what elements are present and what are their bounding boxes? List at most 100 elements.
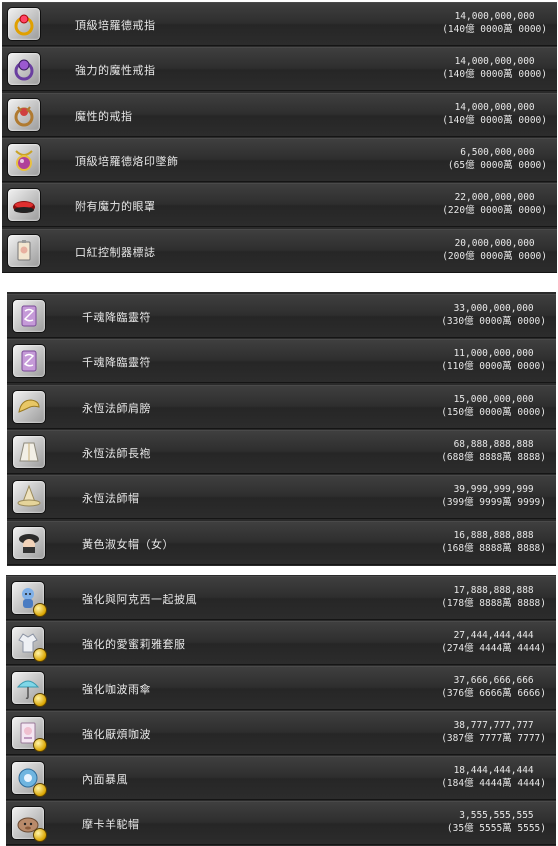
price-value: 3,555,555,555 bbox=[459, 810, 534, 821]
price-breakdown: (168億 8888萬 8888) bbox=[441, 542, 546, 554]
item-price: 38,777,777,777 (387億 7777萬 7777) bbox=[441, 719, 546, 745]
item-name: 強化厭煩咖波 bbox=[82, 728, 151, 741]
price-breakdown: (688億 8888萬 8888) bbox=[441, 451, 546, 463]
item-price: 16,888,888,888 (168億 8888萬 8888) bbox=[441, 529, 546, 555]
item-icon-slot bbox=[11, 671, 47, 707]
item-row[interactable]: 黃色淑女帽（女） 16,888,888,888 (168億 8888萬 8888) bbox=[7, 520, 556, 565]
price-value: 18,444,444,444 bbox=[453, 765, 534, 776]
item-price: 6,500,000,000 (65億 0000萬 0000) bbox=[448, 146, 547, 172]
price-value: 27,444,444,444 bbox=[453, 630, 534, 641]
price-value: 11,000,000,000 bbox=[453, 348, 534, 360]
item-name: 附有魔力的眼罩 bbox=[75, 200, 156, 214]
price-breakdown: (140億 0000萬 0000) bbox=[442, 24, 547, 35]
item-row[interactable]: 永恆法師肩膀 15,000,000,000 (150億 0000萬 0000) bbox=[7, 384, 556, 429]
item-row[interactable]: 永恆法師長袍 68,888,888,888 (688億 8888萬 8888) bbox=[7, 429, 556, 474]
item-icon-slot bbox=[7, 7, 41, 41]
item-list-panel-3: 強化與阿克西一起披風 17,888,888,888 (178億 8888萬 8888… bbox=[6, 575, 556, 846]
item-name: 頂級培羅德烙印墜飾 bbox=[75, 154, 179, 168]
item-row[interactable]: 強化咖波雨傘 37,666,666,666 (376億 6666萬 6666) bbox=[6, 666, 556, 710]
item-name: 強化的愛蜜莉雅套服 bbox=[82, 638, 186, 651]
price-value: 14,000,000,000 bbox=[454, 11, 535, 22]
item-row[interactable]: 千魂降臨靈符 33,000,000,000 (330億 0000萬 0000) bbox=[7, 294, 556, 338]
item-name: 千魂降臨靈符 bbox=[82, 311, 151, 324]
price-breakdown: (65億 0000萬 0000) bbox=[447, 159, 547, 171]
item-price: 37,666,666,666 (376億 6666萬 6666) bbox=[441, 674, 546, 700]
item-name: 內面暴風 bbox=[82, 773, 128, 786]
price-value: 39,999,999,999 bbox=[453, 484, 534, 496]
item-price: 14,000,000,000 (140億 0000萬 0000) bbox=[442, 55, 547, 81]
item-row[interactable]: 永恆法師帽 39,999,999,999 (399億 9999萬 9999) bbox=[7, 475, 556, 520]
price-breakdown: (35億 5555萬 5555) bbox=[446, 823, 546, 834]
item-price: 3,555,555,555 (35億 5555萬 5555) bbox=[447, 809, 546, 835]
coin-badge-icon bbox=[33, 648, 47, 662]
item-list-panel-1: 頂級培羅德戒指 14,000,000,000 (140億 0000萬 0000) 強力… bbox=[2, 2, 557, 273]
item-icon-slot bbox=[12, 389, 46, 424]
item-row[interactable]: 千魂降臨靈符 11,000,000,000 (110億 0000萬 0000) bbox=[7, 339, 556, 384]
coin-badge-icon bbox=[33, 693, 47, 707]
item-icon-slot bbox=[11, 761, 47, 797]
item-name: 強化咖波雨傘 bbox=[82, 683, 151, 696]
price-value: 22,000,000,000 bbox=[454, 192, 535, 204]
price-breakdown: (200億 0000萬 0000) bbox=[442, 250, 547, 262]
item-name: 摩卡羊駝帽 bbox=[82, 818, 140, 831]
item-icon-slot bbox=[7, 97, 41, 132]
gold-ring-icon bbox=[14, 14, 34, 36]
item-icon-slot bbox=[7, 188, 41, 223]
item-icon-slot bbox=[11, 626, 47, 662]
item-icon-slot bbox=[11, 581, 47, 617]
item-name: 永恆法師長袍 bbox=[82, 446, 151, 460]
gem-pendant-icon bbox=[15, 150, 33, 171]
price-breakdown: (110億 0000萬 0000) bbox=[441, 361, 546, 373]
item-price: 39,999,999,999 (399億 9999萬 9999) bbox=[441, 483, 546, 509]
item-row[interactable]: 摩卡羊駝帽 3,555,555,555 (35億 5555萬 5555) bbox=[6, 801, 556, 845]
price-breakdown: (376億 6666萬 6666) bbox=[441, 688, 546, 699]
item-name: 強力的魔性戒指 bbox=[75, 64, 156, 78]
item-price: 14,000,000,000 (140億 0000萬 0000) bbox=[442, 10, 547, 36]
price-breakdown: (184億 4444萬 4444) bbox=[441, 778, 546, 789]
item-icon-slot bbox=[11, 716, 47, 752]
item-icon-slot bbox=[11, 806, 47, 842]
item-icon-slot bbox=[12, 434, 46, 469]
price-breakdown: (330億 0000萬 0000) bbox=[441, 316, 546, 327]
price-breakdown: (178億 8888萬 8888) bbox=[441, 598, 546, 609]
item-row[interactable]: 內面暴風 18,444,444,444 (184億 4444萬 4444) bbox=[6, 756, 556, 800]
item-row[interactable]: 魔性的戒指 14,000,000,000 (140億 0000萬 0000) bbox=[2, 92, 557, 137]
talisman-icon bbox=[21, 305, 37, 327]
red-eyepatch-icon bbox=[13, 201, 35, 214]
item-price: 15,000,000,000 (150億 0000萬 0000) bbox=[441, 393, 546, 419]
item-row[interactable]: 強力的魔性戒指 14,000,000,000 (140億 0000萬 0000) bbox=[2, 47, 557, 92]
item-row[interactable]: 附有魔力的眼罩 22,000,000,000 (220億 0000萬 0000) bbox=[2, 183, 557, 228]
demon-ring-icon bbox=[14, 105, 34, 127]
price-breakdown: (140億 0000萬 0000) bbox=[442, 114, 547, 126]
item-row[interactable]: 口紅控制器標誌 20,000,000,000 (200億 0000萬 0000) bbox=[2, 228, 557, 273]
item-icon-slot bbox=[12, 525, 46, 560]
item-price: 11,000,000,000 (110億 0000萬 0000) bbox=[441, 347, 546, 373]
price-value: 6,500,000,000 bbox=[460, 146, 535, 158]
item-row[interactable]: 頂級培羅德戒指 14,000,000,000 (140億 0000萬 0000) bbox=[2, 2, 557, 46]
item-row[interactable]: 強化的愛蜜莉雅套服 27,444,444,444 (274億 4444萬 4444) bbox=[6, 621, 556, 665]
item-icon-slot bbox=[12, 299, 46, 333]
talisman-icon bbox=[21, 350, 37, 372]
price-breakdown: (140億 0000萬 0000) bbox=[442, 69, 547, 81]
coin-badge-icon bbox=[33, 603, 47, 617]
item-price: 68,888,888,888 (688億 8888萬 8888) bbox=[441, 438, 546, 464]
price-value: 16,888,888,888 bbox=[453, 529, 534, 541]
price-value: 33,000,000,000 bbox=[453, 303, 534, 314]
price-value: 20,000,000,000 bbox=[454, 237, 535, 249]
price-value: 15,000,000,000 bbox=[453, 393, 534, 405]
price-breakdown: (274億 4444萬 4444) bbox=[441, 643, 546, 654]
price-value: 14,000,000,000 bbox=[454, 101, 535, 113]
item-row[interactable]: 頂級培羅德烙印墜飾 6,500,000,000 (65億 0000萬 0000) bbox=[2, 137, 557, 182]
purple-ring-icon bbox=[14, 59, 34, 81]
price-value: 68,888,888,888 bbox=[453, 438, 534, 450]
price-value: 17,888,888,888 bbox=[453, 585, 534, 596]
witch-hat-icon bbox=[19, 533, 39, 553]
item-price: 33,000,000,000 (330億 0000萬 0000) bbox=[441, 302, 546, 328]
price-value: 38,777,777,777 bbox=[453, 720, 534, 731]
item-row[interactable]: 強化厭煩咖波 38,777,777,777 (387億 7777萬 7777) bbox=[6, 711, 556, 755]
item-price: 18,444,444,444 (184億 4444萬 4444) bbox=[441, 764, 546, 790]
coin-badge-icon bbox=[33, 828, 47, 842]
wizard-hat-icon bbox=[17, 484, 41, 507]
price-value: 37,666,666,666 bbox=[453, 675, 534, 686]
item-row[interactable]: 強化與阿克西一起披風 17,888,888,888 (178億 8888萬 8888… bbox=[6, 576, 556, 620]
